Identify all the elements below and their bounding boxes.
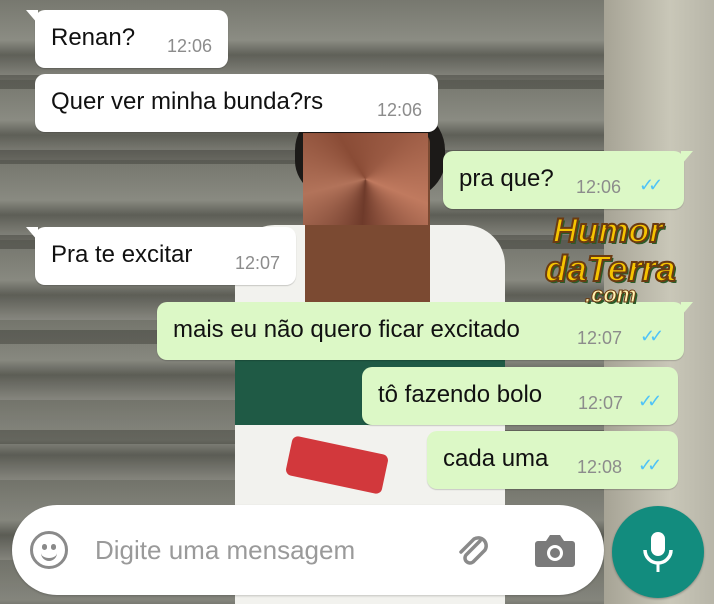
microphone-icon (643, 532, 673, 572)
voice-record-button[interactable] (612, 506, 704, 598)
message-time: 12:06 (167, 36, 213, 56)
camera-icon[interactable] (532, 531, 578, 571)
watermark-line-1: Humor (552, 211, 664, 251)
humor-da-terra-watermark-logo: Humor daTerra .com (544, 204, 685, 314)
message-time: 12:07 (235, 253, 281, 273)
message-outgoing[interactable]: pra que? 12:06 ✓✓ (443, 151, 693, 209)
message-incoming[interactable]: Renan? 12:06 (26, 10, 228, 68)
message-incoming[interactable]: Quer ver minha bunda?rs 12:06 (35, 74, 438, 132)
message-outgoing[interactable]: cada uma 12:08 ✓✓ (427, 431, 678, 489)
bubble-tail (26, 227, 38, 241)
emoji-icon[interactable] (30, 531, 68, 569)
message-incoming[interactable]: Pra te excitar 12:07 (26, 227, 296, 285)
censor-mosaic (303, 133, 428, 225)
message-outgoing[interactable]: tô fazendo bolo 12:07 ✓✓ (362, 367, 678, 425)
message-text: Pra te excitar (51, 241, 193, 268)
bubble-tail (681, 151, 693, 165)
message-time: 12:07 (578, 393, 624, 413)
message-input[interactable]: Digite uma mensagem (95, 535, 355, 566)
bubble-tail (26, 10, 38, 24)
message-text: mais eu não quero ficar excitado (173, 316, 520, 343)
watermark-line-3: .com (584, 282, 637, 308)
message-time: 12:06 (576, 177, 622, 197)
message-time: 12:08 (577, 457, 623, 477)
attach-icon[interactable] (452, 529, 492, 569)
read-double-check-icon: ✓✓ (638, 455, 662, 475)
read-double-check-icon: ✓✓ (640, 326, 664, 346)
read-double-check-icon: ✓✓ (638, 391, 662, 411)
message-composer: Digite uma mensagem (12, 505, 604, 595)
message-time: 12:06 (377, 100, 423, 120)
message-text: pra que? (459, 165, 554, 192)
message-text: tô fazendo bolo (378, 381, 543, 408)
message-text: cada uma (443, 445, 549, 472)
read-double-check-icon: ✓✓ (639, 175, 663, 195)
message-text: Quer ver minha bunda?rs (51, 88, 324, 115)
message-time: 12:07 (577, 328, 623, 348)
message-text: Renan? (51, 24, 136, 51)
